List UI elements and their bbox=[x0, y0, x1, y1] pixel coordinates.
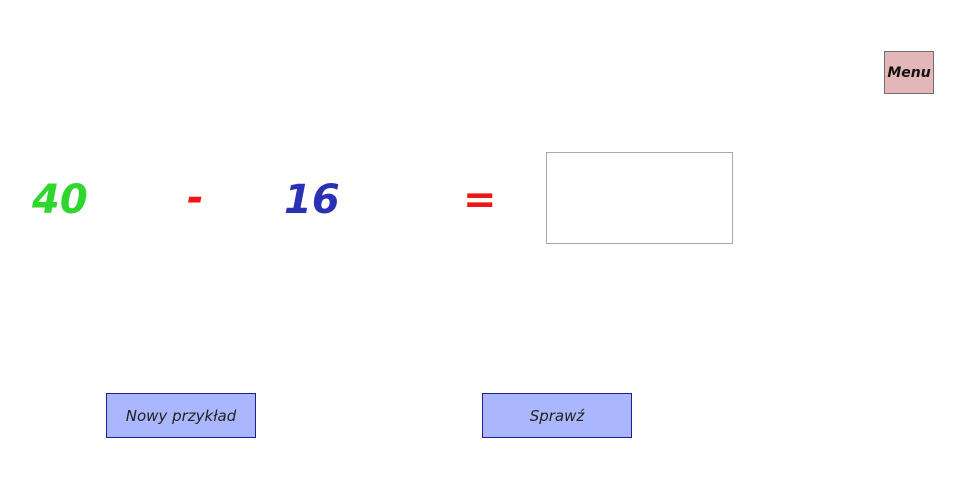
menu-button[interactable]: Menu bbox=[884, 51, 934, 94]
check-button[interactable]: Sprawź bbox=[482, 393, 632, 438]
second-operand: 16 bbox=[284, 177, 340, 223]
new-example-button[interactable]: Nowy przykład bbox=[106, 393, 256, 438]
minus-operator: - bbox=[187, 175, 204, 221]
answer-input[interactable] bbox=[546, 152, 733, 244]
equals-sign: = bbox=[463, 177, 497, 223]
first-operand: 40 bbox=[32, 177, 88, 223]
math-exercise-screen: Menu 40 - 16 = Nowy przykład Sprawź bbox=[0, 0, 971, 501]
check-button-label: Sprawź bbox=[529, 406, 585, 425]
menu-button-label: Menu bbox=[887, 64, 931, 81]
new-example-button-label: Nowy przykład bbox=[125, 406, 237, 425]
